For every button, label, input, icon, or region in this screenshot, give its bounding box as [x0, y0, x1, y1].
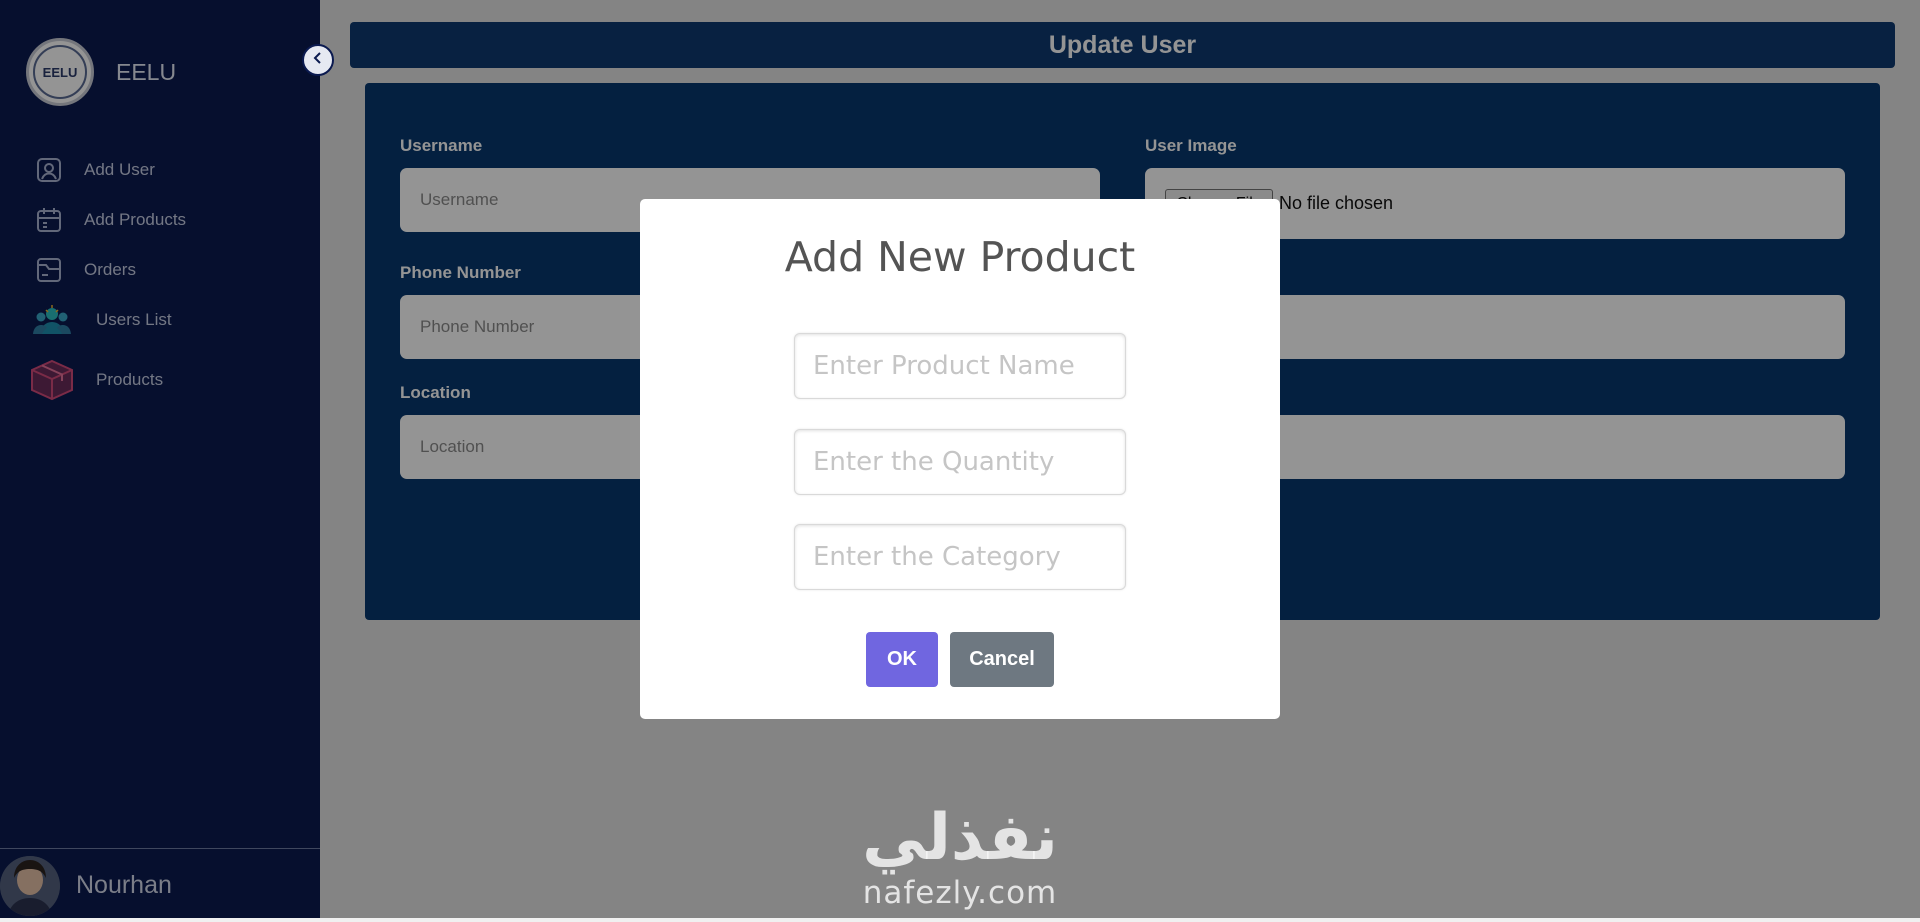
product-name-input[interactable]: [794, 333, 1126, 399]
watermark-latin: nafezly.com: [862, 875, 1058, 911]
quantity-input[interactable]: [794, 429, 1126, 495]
watermark: نفذلي nafezly.com: [840, 800, 1080, 910]
cancel-button[interactable]: Cancel: [950, 632, 1054, 687]
collapse-sidebar-button[interactable]: [302, 44, 334, 76]
watermark-arabic: نفذلي: [862, 801, 1058, 875]
add-product-dialog: Add New Product OK Cancel: [640, 199, 1280, 719]
dialog-title: Add New Product: [784, 233, 1136, 281]
ok-button[interactable]: OK: [866, 632, 938, 687]
bottom-scroll-strip: [0, 918, 1920, 922]
chevron-left-icon: [313, 51, 323, 69]
category-input[interactable]: [794, 524, 1126, 590]
